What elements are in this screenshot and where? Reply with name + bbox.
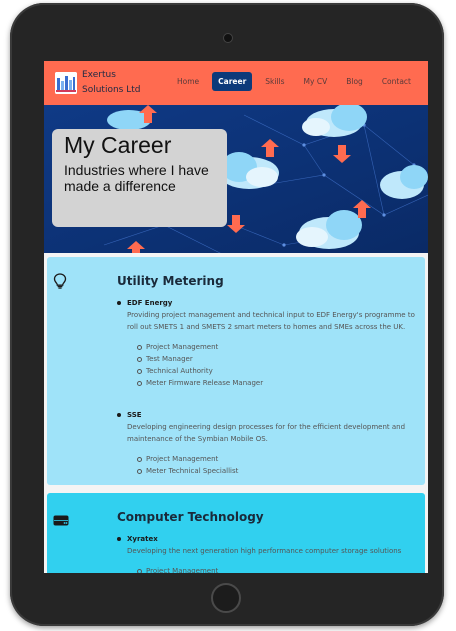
nav-skills[interactable]: Skills — [259, 72, 290, 91]
role-list: Project Management Meter Technical Speci… — [127, 453, 417, 477]
career-section-utility-metering: Utility Metering EDF Energy Providing pr… — [47, 257, 425, 485]
role-item: Project Management — [137, 565, 417, 573]
hard-drive-icon — [53, 511, 69, 530]
lightbulb-icon — [53, 273, 67, 293]
brand-name[interactable]: Exertus Solutions Ltd — [82, 68, 152, 98]
page-title: My Career — [64, 132, 172, 158]
browser-viewport[interactable]: Exertus Solutions Ltd Home Career Skills… — [44, 61, 428, 573]
employer-sse: SSE Developing engineering design proces… — [117, 411, 417, 477]
nav-my-cv[interactable]: My CV — [298, 72, 334, 91]
role-item: Project Management — [137, 453, 417, 465]
hero-banner: My Career Industries where I have made a… — [44, 105, 428, 253]
page-subtitle: Industries where I have made a differenc… — [64, 162, 209, 194]
role-list: Project Management Test Manager Technica… — [127, 341, 417, 389]
section-title: Computer Technology — [117, 510, 264, 524]
home-button[interactable] — [211, 583, 241, 613]
employer-edf-energy: EDF Energy Providing project management … — [117, 299, 417, 389]
role-item: Technical Authority — [137, 365, 417, 377]
brand-logo-icon[interactable] — [55, 72, 77, 94]
role-item: Project Management — [137, 341, 417, 353]
hero-title-card: My Career Industries where I have made a… — [52, 129, 227, 227]
nav-home[interactable]: Home — [171, 72, 205, 91]
employer-description: Developing the next generation high perf… — [127, 547, 402, 555]
role-list: Project Management — [127, 565, 417, 573]
role-item: Test Manager — [137, 353, 417, 365]
main-nav: Home Career Skills My CV Blog Contact — [164, 72, 417, 91]
camera-icon — [223, 33, 233, 43]
employer-name: EDF Energy — [117, 299, 417, 307]
site-header: Exertus Solutions Ltd Home Career Skills… — [44, 61, 428, 105]
career-section-computer-technology: Computer Technology Xyratex Developing t… — [47, 493, 425, 573]
section-title: Utility Metering — [117, 274, 224, 288]
nav-blog[interactable]: Blog — [340, 72, 369, 91]
employer-name: SSE — [117, 411, 417, 419]
employer-description: Developing engineering design processes … — [127, 423, 406, 443]
tablet-frame: Exertus Solutions Ltd Home Career Skills… — [10, 3, 444, 626]
nav-contact[interactable]: Contact — [376, 72, 417, 91]
employer-name: Xyratex — [117, 535, 417, 543]
employer-description: Providing project management and technic… — [127, 311, 415, 331]
employer-xyratex: Xyratex Developing the next generation h… — [117, 535, 417, 573]
nav-career[interactable]: Career — [212, 72, 253, 91]
role-item: Meter Firmware Release Manager — [137, 377, 417, 389]
role-item: Meter Technical Speciallist — [137, 465, 417, 477]
